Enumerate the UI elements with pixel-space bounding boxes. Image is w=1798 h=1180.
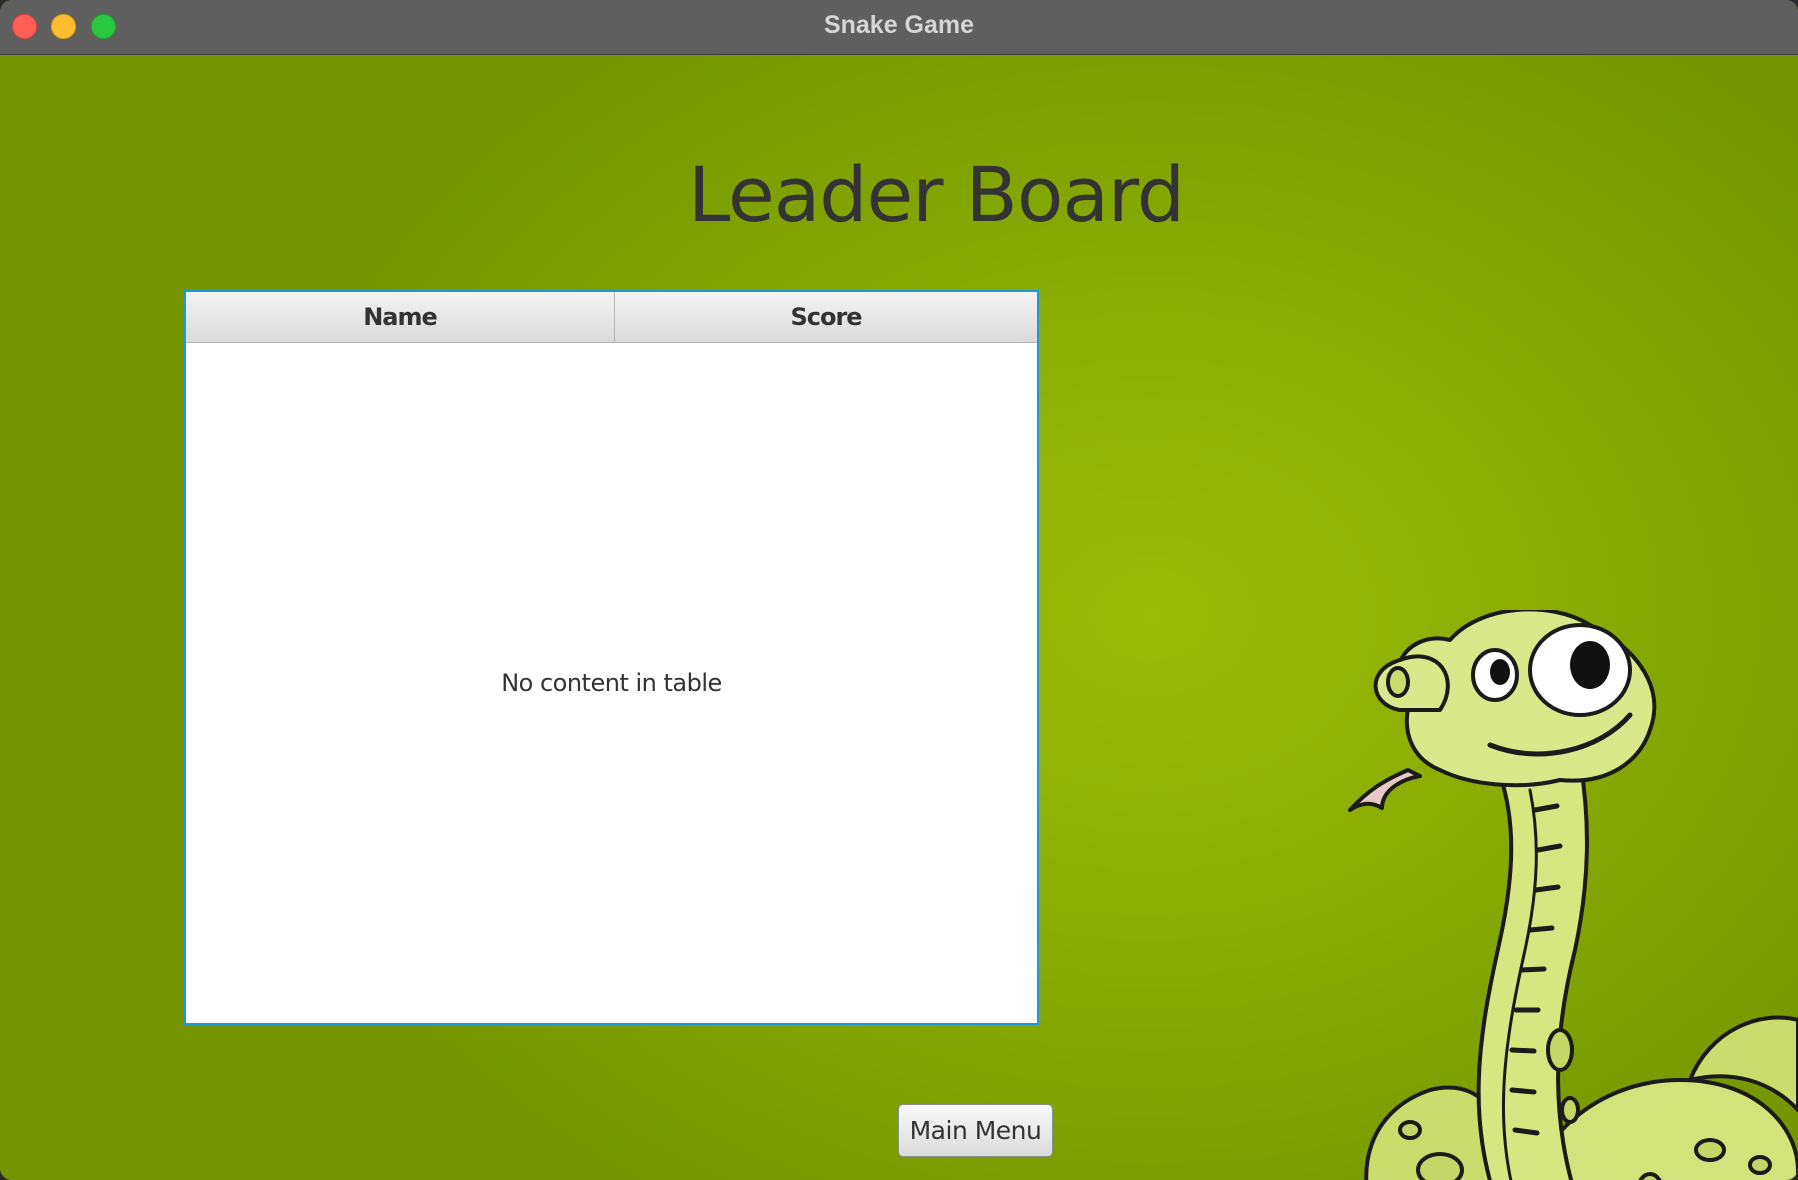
window-title: Snake Game — [823, 11, 975, 39]
title-bar[interactable]: Snake Game — [0, 0, 1798, 55]
table-empty-placeholder: No content in table — [186, 343, 1037, 1023]
column-header-score[interactable]: Score — [615, 292, 1037, 342]
column-header-name[interactable]: Name — [186, 292, 615, 342]
table-header: Name Score — [186, 292, 1037, 343]
app-window: Snake Game Leader Board Name Score No co… — [0, 0, 1798, 1180]
leaderboard-table[interactable]: Name Score No content in table — [184, 290, 1039, 1025]
main-menu-button[interactable]: Main Menu — [898, 1104, 1053, 1157]
page-title: Leader Board — [687, 150, 1185, 239]
snake-mascot-icon — [1348, 610, 1798, 1180]
leaderboard-screen: Leader Board Name Score No content in ta… — [0, 55, 1798, 1180]
empty-table-message: No content in table — [501, 669, 722, 697]
